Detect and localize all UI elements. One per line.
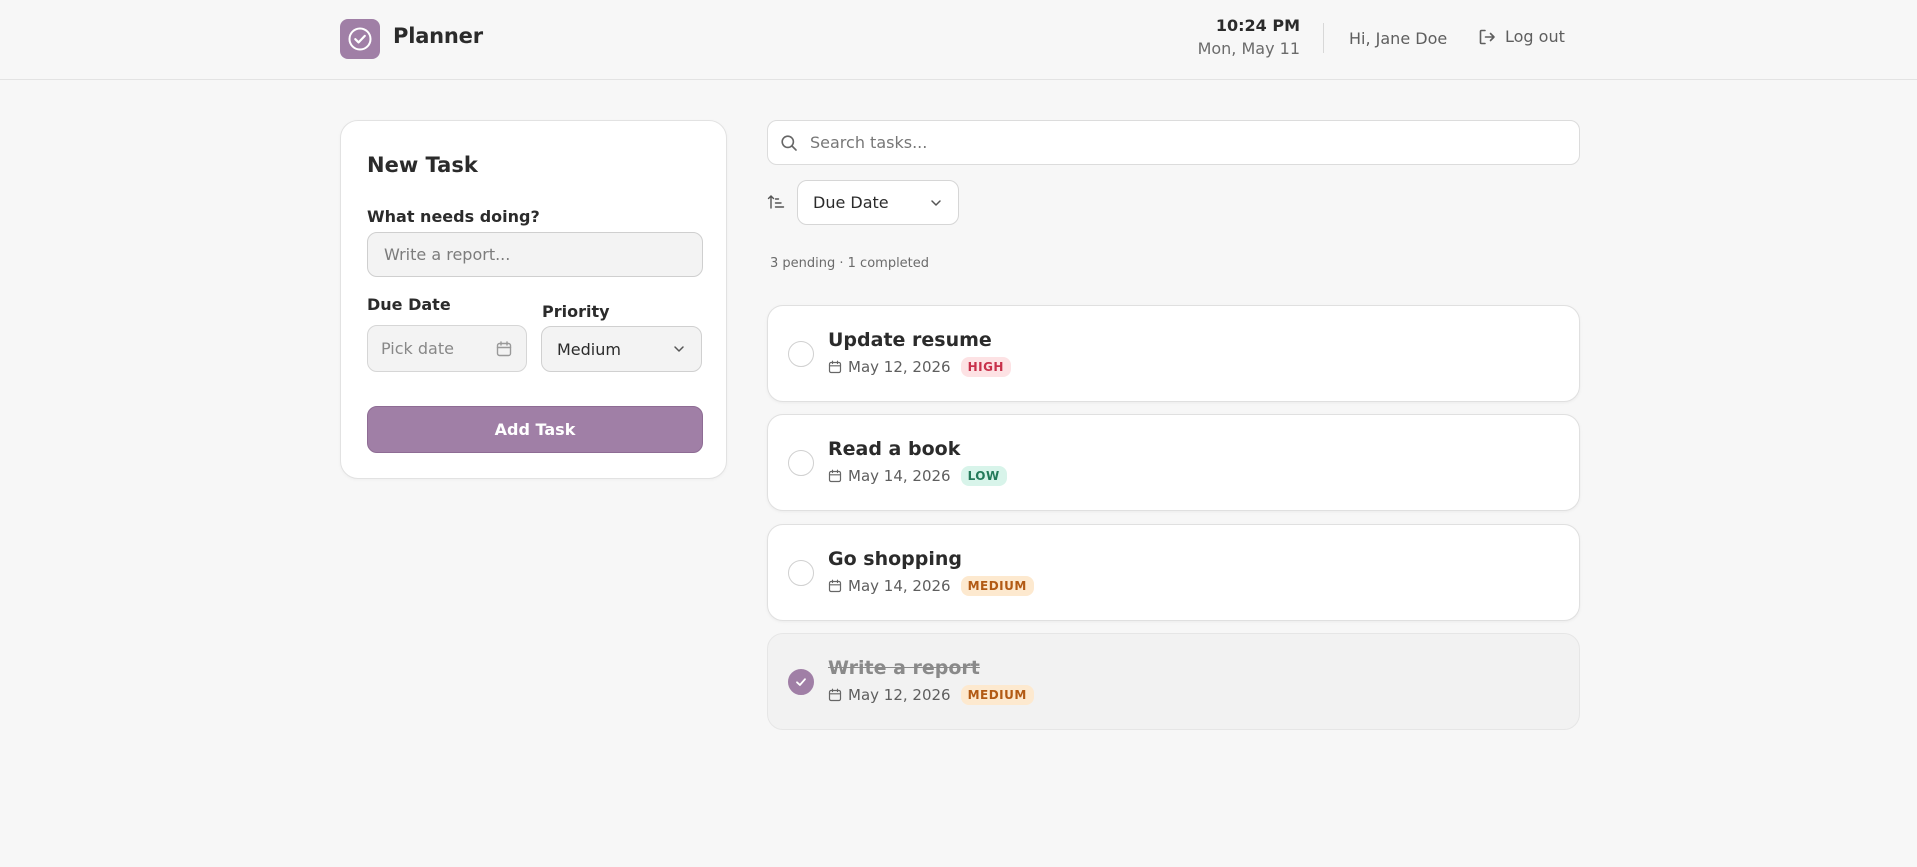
user-greeting: Hi, Jane Doe	[1349, 29, 1448, 48]
task-summary: 3 pending · 1 completed	[770, 256, 930, 271]
calendar-icon	[828, 688, 842, 702]
priority-label: Priority	[542, 302, 610, 321]
search-bar[interactable]	[767, 120, 1580, 165]
task-meta: May 14, 2026 LOW	[828, 466, 1007, 486]
task-due-date: May 12, 2026	[848, 358, 951, 376]
task-label: What needs doing?	[367, 207, 540, 226]
priority-value: Medium	[557, 339, 621, 359]
task-checkbox[interactable]	[788, 341, 814, 367]
task-checkbox[interactable]	[788, 560, 814, 586]
due-date-placeholder: Pick date	[381, 339, 454, 358]
chevron-down-icon	[674, 346, 684, 352]
calendar-icon	[496, 340, 512, 356]
task-title: Write a report	[828, 657, 980, 679]
search-input[interactable]	[810, 133, 1567, 152]
logo	[340, 19, 380, 59]
check-circle-icon	[348, 27, 372, 51]
current-date: Mon, May 11	[1197, 39, 1300, 58]
new-task-card: New Task What needs doing? Due Date Pick…	[340, 120, 727, 479]
header-divider	[1323, 23, 1324, 53]
logout-icon	[1479, 29, 1495, 44]
task-item: Go shopping May 14, 2026 MEDIUM	[767, 524, 1580, 621]
task-meta: May 12, 2026 HIGH	[828, 357, 1011, 377]
priority-select[interactable]: Medium	[541, 326, 702, 372]
task-meta: May 14, 2026 MEDIUM	[828, 576, 1034, 596]
calendar-icon	[828, 579, 842, 593]
chevron-down-icon	[931, 199, 941, 206]
task-due-date: May 12, 2026	[848, 686, 951, 704]
logout-label: Log out	[1505, 27, 1565, 46]
search-icon	[781, 134, 797, 151]
calendar-icon	[828, 469, 842, 483]
priority-badge: MEDIUM	[960, 576, 1034, 596]
due-date-picker[interactable]: Pick date	[367, 325, 527, 372]
app-title: Planner	[393, 24, 483, 48]
task-item-completed: Write a report May 12, 2026 MEDIUM	[767, 633, 1580, 730]
task-item: Read a book May 14, 2026 LOW	[767, 414, 1580, 511]
task-meta: May 12, 2026 MEDIUM	[828, 685, 1034, 705]
task-due-date: May 14, 2026	[848, 467, 951, 485]
task-input[interactable]	[367, 232, 703, 277]
task-due-date: May 14, 2026	[848, 577, 951, 595]
priority-badge: MEDIUM	[960, 685, 1034, 705]
task-item: Update resume May 12, 2026 HIGH	[767, 305, 1580, 402]
new-task-title: New Task	[367, 153, 478, 177]
check-icon	[796, 678, 806, 686]
task-checkbox[interactable]	[788, 450, 814, 476]
task-title: Read a book	[828, 438, 961, 460]
add-task-button[interactable]: Add Task	[367, 406, 703, 453]
sort-value: Due Date	[813, 193, 889, 212]
due-date-label: Due Date	[367, 295, 451, 314]
calendar-icon	[828, 360, 842, 374]
task-title: Update resume	[828, 329, 992, 351]
priority-badge: LOW	[960, 466, 1007, 486]
logout-button[interactable]: Log out	[1478, 27, 1565, 46]
current-time: 10:24 PM	[1215, 16, 1300, 35]
priority-badge: HIGH	[960, 357, 1011, 377]
sort-ascending-icon[interactable]	[767, 193, 785, 211]
task-title: Go shopping	[828, 548, 962, 570]
app-header: Planner 10:24 PM Mon, May 11 Hi, Jane Do…	[0, 0, 1917, 80]
sort-select[interactable]: Due Date	[797, 180, 959, 225]
clock: 10:24 PM Mon, May 11	[1150, 15, 1300, 61]
task-checkbox-checked[interactable]	[788, 669, 814, 695]
